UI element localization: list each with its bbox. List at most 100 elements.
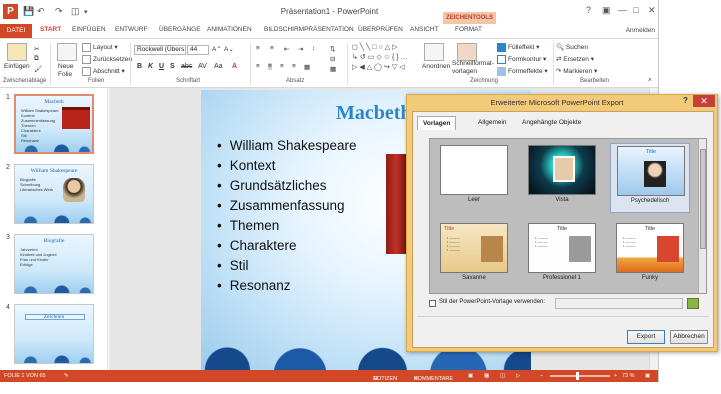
- ribbon-display-icon[interactable]: ▣: [602, 5, 611, 16]
- thumbnail-slide-1[interactable]: Macbeth William Shakespeare Kontext Zusa…: [14, 94, 94, 154]
- arrange-button[interactable]: Anordnen: [422, 63, 450, 70]
- arrange-icon[interactable]: [424, 43, 444, 61]
- replace-button[interactable]: ⇄ Ersetzen ▾: [556, 55, 594, 63]
- template-vista[interactable]: Vista: [522, 145, 602, 203]
- cut-icon[interactable]: ✂: [34, 45, 39, 53]
- reset-button[interactable]: Zurücksetzen: [82, 55, 132, 64]
- zoom-slider[interactable]: [550, 375, 610, 377]
- copy-icon[interactable]: ⧉: [34, 55, 39, 63]
- paste-icon[interactable]: [7, 43, 27, 61]
- shape-effects-button[interactable]: Formeffekte ▾: [497, 67, 548, 76]
- tab-vorlagen[interactable]: Vorlagen: [417, 116, 457, 130]
- tab-start[interactable]: START: [40, 26, 61, 33]
- thumbnail-slide-4[interactable]: Zeichnen: [14, 304, 94, 364]
- template-savanne[interactable]: Title • ——— • ——— • ——— • ——— Savanne: [434, 223, 514, 281]
- underline-icon[interactable]: U: [159, 63, 164, 70]
- sorter-view-icon[interactable]: ▦: [484, 373, 489, 379]
- zoom-out-icon[interactable]: −: [540, 373, 543, 379]
- template-psychedelisch[interactable]: Title Psychedelisch: [610, 143, 690, 213]
- font-size-select[interactable]: 44: [187, 45, 209, 55]
- select-button[interactable]: ↷ Markieren ▾: [556, 67, 597, 75]
- template-path-field[interactable]: [555, 298, 683, 309]
- align-right-icon[interactable]: ≡: [280, 63, 284, 70]
- strikethrough-icon[interactable]: abc: [181, 63, 192, 70]
- smartart-icon[interactable]: ▩: [330, 65, 336, 73]
- zoom-level[interactable]: 73 %: [622, 373, 635, 379]
- tab-animationen[interactable]: ANIMATIONEN: [207, 26, 252, 33]
- slide-bullet[interactable]: Resonanz: [217, 276, 357, 296]
- slideshow-view-icon[interactable]: ▷: [516, 373, 520, 379]
- use-template-style-checkbox[interactable]: [429, 300, 436, 307]
- thumbnail-slide-3[interactable]: Biografie Jahrzehnt Kindheit und Jugend …: [14, 234, 94, 294]
- slide-bullet[interactable]: Charaktere: [217, 236, 357, 256]
- tab-einfuegen[interactable]: EINFÜGEN: [72, 26, 106, 33]
- zoom-slider-handle[interactable]: [576, 372, 579, 380]
- change-case-icon[interactable]: Aa: [214, 63, 223, 70]
- sign-in-link[interactable]: Anmelden: [626, 27, 655, 34]
- align-center-icon[interactable]: ≡: [268, 63, 272, 70]
- minimize-icon[interactable]: —: [618, 5, 627, 15]
- normal-view-icon[interactable]: ▣: [468, 373, 473, 379]
- slide-bullet[interactable]: Stil: [217, 256, 357, 276]
- spellcheck-icon[interactable]: ✎: [64, 373, 69, 379]
- bullets-icon[interactable]: ≡: [256, 45, 260, 52]
- numbering-icon[interactable]: ≡: [270, 45, 274, 52]
- shape-fill-button[interactable]: Fülleffekt ▾: [497, 43, 539, 52]
- browse-folder-icon[interactable]: [687, 298, 699, 309]
- template-leer[interactable]: Leer: [434, 145, 514, 203]
- decrease-indent-icon[interactable]: ⇤: [284, 45, 289, 53]
- grow-font-icon[interactable]: A⌃: [212, 45, 222, 53]
- slide-bullet[interactable]: Grundsätzliches: [217, 176, 357, 196]
- fit-slide-icon[interactable]: ▣: [645, 373, 650, 379]
- tab-uebergaenge[interactable]: ÜBERGÄNGE: [159, 26, 201, 33]
- layout-button[interactable]: Layout ▾: [82, 43, 118, 52]
- new-slide-button[interactable]: Neue Folie: [58, 63, 80, 79]
- bold-icon[interactable]: B: [137, 63, 142, 70]
- template-gallery[interactable]: Leer Vista Title Psychedelisch Title • —…: [429, 138, 707, 294]
- slide-bullet-list[interactable]: William Shakespeare Kontext Grundsätzlic…: [217, 136, 357, 296]
- align-text-icon[interactable]: ⊟: [330, 55, 335, 63]
- shape-outline-button[interactable]: Formkontur ▾: [497, 55, 546, 64]
- slide-thumbnail-pane[interactable]: 1 Macbeth William Shakespeare Kontext Zu…: [0, 88, 108, 370]
- new-slide-icon[interactable]: [57, 43, 77, 61]
- increase-indent-icon[interactable]: ⇥: [298, 45, 303, 53]
- zoom-in-icon[interactable]: +: [614, 373, 617, 379]
- slide-bullet[interactable]: Themen: [217, 216, 357, 236]
- font-color-icon[interactable]: A: [232, 63, 237, 70]
- gallery-scrollbar[interactable]: [698, 139, 706, 293]
- template-funky[interactable]: Title • ——— • ——— • ——— Funky: [610, 223, 690, 281]
- export-button[interactable]: Export: [627, 330, 665, 344]
- tab-bildschirmpraesentation[interactable]: BILDSCHIRMPRÄSENTATION: [264, 26, 354, 33]
- maximize-icon[interactable]: □: [633, 5, 638, 15]
- tab-ansicht[interactable]: ANSICHT: [410, 26, 439, 33]
- slide-bullet[interactable]: Kontext: [217, 156, 357, 176]
- close-icon[interactable]: ✕: [648, 5, 656, 16]
- text-direction-icon[interactable]: ⇅: [330, 45, 335, 53]
- columns-icon[interactable]: ▦: [304, 63, 310, 71]
- cancel-button[interactable]: Abbrechen: [670, 330, 708, 344]
- line-spacing-icon[interactable]: ↕: [312, 45, 315, 52]
- theater-curtain-image[interactable]: [386, 154, 406, 254]
- gallery-scrollbar-thumb[interactable]: [700, 149, 706, 249]
- thumbnail-slide-2[interactable]: William Shakespeare Biografie Schreibung…: [14, 164, 94, 224]
- tab-entwurf[interactable]: ENTWURF: [115, 26, 148, 33]
- font-name-select[interactable]: Rockwell (Übers: [134, 45, 186, 55]
- template-professionel-1[interactable]: Title • ——— • ——— • ——— Professionel 1: [522, 223, 602, 281]
- shapes-gallery[interactable]: ◻╲╲□○△▷ ↳↺▭◇☆{}… ▷◀△◯↪▽◁: [352, 43, 414, 75]
- shadow-icon[interactable]: S: [170, 63, 175, 70]
- tab-format[interactable]: FORMAT: [455, 26, 482, 33]
- shrink-font-icon[interactable]: A⌄: [224, 45, 234, 53]
- tab-allgemein[interactable]: Allgemein: [473, 116, 512, 130]
- section-button[interactable]: Abschnitt ▾: [82, 67, 125, 76]
- char-spacing-icon[interactable]: AV: [198, 63, 207, 70]
- find-button[interactable]: 🔍 Suchen: [556, 43, 588, 51]
- italic-icon[interactable]: K: [148, 63, 153, 70]
- slide-bullet[interactable]: William Shakespeare: [217, 136, 357, 156]
- tab-ueberpruefen[interactable]: ÜBERPRÜFEN: [358, 26, 403, 33]
- slide-bullet[interactable]: Zusammenfassung: [217, 196, 357, 216]
- dialog-help-button[interactable]: ?: [683, 96, 688, 105]
- reading-view-icon[interactable]: ◫: [500, 373, 505, 379]
- help-icon[interactable]: ?: [586, 5, 591, 15]
- dialog-close-button[interactable]: ✕: [693, 95, 715, 107]
- quick-styles-button[interactable]: Schnellformat-vorlagen: [452, 60, 494, 76]
